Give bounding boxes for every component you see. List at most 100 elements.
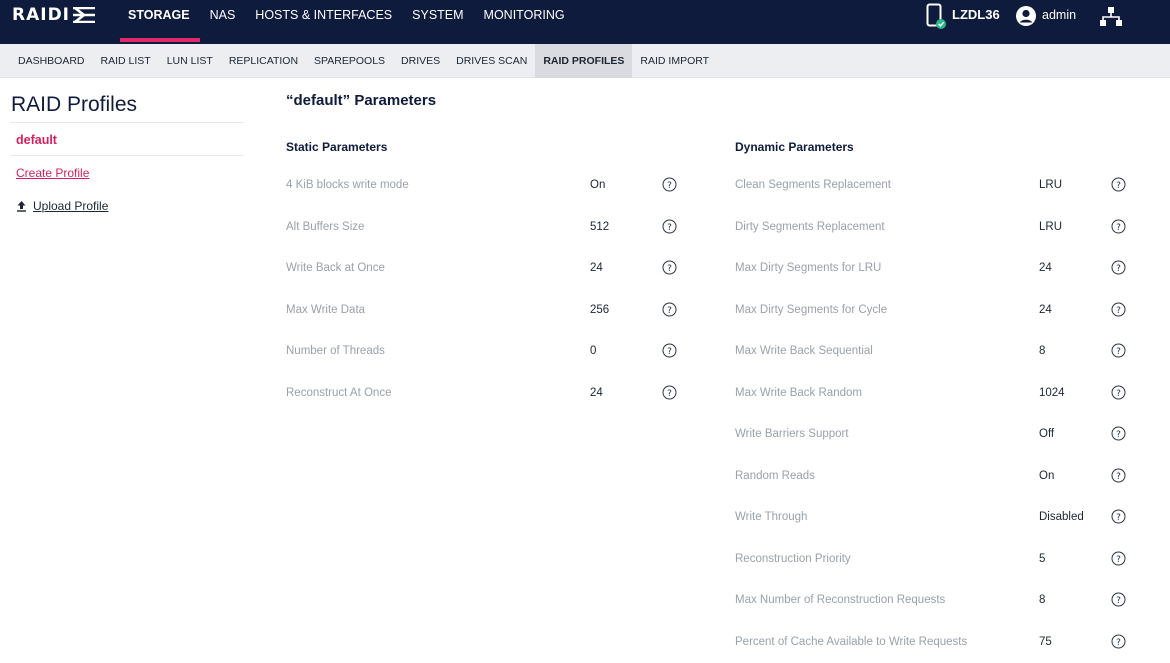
parameter-row: Reconstruction Priority 5? — [735, 550, 1131, 570]
help-icon[interactable]: ? — [1111, 426, 1126, 441]
svg-text:?: ? — [667, 389, 672, 399]
topnav-monitoring[interactable]: MONITORING — [474, 0, 575, 44]
help-icon[interactable]: ? — [1111, 177, 1126, 192]
parameter-label: Dirty Segments Replacement — [735, 220, 885, 233]
parameter-row: Write Barriers Support Off? — [735, 425, 1131, 445]
device-name[interactable]: LZDL36 — [952, 7, 1000, 22]
parameter-row: Write Back at Once 24? — [286, 259, 682, 279]
parameter-row: Max Write Back Random 1024? — [735, 384, 1131, 404]
help-icon[interactable]: ? — [662, 260, 677, 275]
help-icon[interactable]: ? — [1111, 509, 1126, 524]
help-icon[interactable]: ? — [1111, 260, 1126, 275]
parameter-row: Max Dirty Segments for LRU 24? — [735, 259, 1131, 279]
subnav-lun-list[interactable]: LUN LIST — [159, 44, 221, 78]
subnav-replication[interactable]: REPLICATION — [221, 44, 306, 78]
parameter-row: Max Write Back Sequential 8? — [735, 342, 1131, 362]
help-icon[interactable]: ? — [1111, 551, 1126, 566]
help-icon[interactable]: ? — [662, 219, 677, 234]
svg-text:?: ? — [1116, 555, 1121, 565]
svg-text:?: ? — [1116, 596, 1121, 606]
parameter-row: Alt Buffers Size 512? — [286, 218, 682, 238]
parameter-label: Random Reads — [735, 469, 815, 482]
parameter-label: Alt Buffers Size — [286, 220, 365, 233]
parameter-value: 8 — [1039, 345, 1046, 357]
subnav-drives-scan[interactable]: DRIVES SCAN — [448, 44, 535, 78]
subnav-raid-profiles[interactable]: RAID PROFILES — [535, 44, 633, 78]
parameter-value: 5 — [1039, 552, 1046, 565]
help-icon[interactable]: ? — [1111, 343, 1126, 358]
subnav-dashboard[interactable]: DASHBOARD — [10, 44, 93, 78]
svg-text:?: ? — [1116, 430, 1121, 440]
svg-text:?: ? — [1116, 472, 1121, 482]
parameter-row: Percent of Cache Available to Write Requ… — [735, 633, 1131, 653]
page-title: “default” Parameters — [286, 92, 437, 109]
subnav-drives[interactable]: DRIVES — [393, 44, 448, 78]
parameter-label: Max Dirty Segments for Cycle — [735, 303, 888, 316]
help-icon[interactable]: ? — [662, 302, 677, 317]
network-icon[interactable] — [1099, 6, 1123, 28]
parameter-label: Number of Threads — [286, 345, 385, 357]
svg-text:?: ? — [1116, 389, 1121, 399]
help-icon[interactable]: ? — [662, 385, 677, 400]
parameter-label: Percent of Cache Available to Write Requ… — [735, 635, 968, 648]
parameter-label: Max Write Data — [286, 303, 366, 316]
parameter-value: 8 — [1039, 594, 1046, 606]
parameter-label: Reconstruct At Once — [286, 386, 392, 399]
user-name[interactable]: admin — [1042, 8, 1076, 22]
help-icon[interactable]: ? — [1111, 385, 1126, 400]
help-icon[interactable]: ? — [1111, 634, 1126, 649]
create-profile-link[interactable]: Create Profile — [16, 166, 89, 180]
subnav-raid-import[interactable]: RAID IMPORT — [632, 44, 717, 78]
parameter-value: 512 — [590, 220, 610, 233]
topnav-storage[interactable]: STORAGE — [118, 0, 200, 44]
divider — [10, 155, 244, 156]
help-icon[interactable]: ? — [1111, 219, 1126, 234]
svg-text:?: ? — [1116, 513, 1121, 523]
parameter-value: 24 — [1039, 303, 1052, 316]
upload-profile-label: Upload Profile — [33, 199, 109, 213]
parameter-label: Max Dirty Segments for LRU — [735, 262, 882, 274]
svg-text:?: ? — [1116, 264, 1121, 274]
parameter-label: Reconstruction Priority — [735, 552, 851, 565]
svg-text:?: ? — [1116, 181, 1121, 191]
parameter-value: LRU — [1039, 179, 1063, 191]
parameter-value: LRU — [1039, 220, 1063, 233]
user-avatar-icon[interactable] — [1015, 5, 1037, 27]
topnav-hosts-interfaces[interactable]: HOSTS & INTERFACES — [245, 0, 402, 44]
parameter-label: 4 KiB blocks write mode — [286, 179, 409, 191]
parameter-value: Disabled — [1039, 511, 1084, 523]
topnav-nas[interactable]: NAS — [200, 0, 246, 44]
parameter-label: Max Number of Reconstruction Requests — [735, 594, 946, 606]
help-icon[interactable]: ? — [1111, 592, 1126, 607]
parameter-row: 4 KiB blocks write mode On? — [286, 176, 682, 196]
upload-profile-link[interactable]: Upload Profile — [16, 199, 108, 213]
raidix-logo[interactable]: RAIDI — [12, 6, 96, 24]
help-icon[interactable]: ? — [662, 343, 677, 358]
subnav-raid-list[interactable]: RAID LIST — [93, 44, 159, 78]
profile-item-default[interactable]: default — [16, 133, 57, 147]
help-icon[interactable]: ? — [1111, 468, 1126, 483]
help-icon[interactable]: ? — [1111, 302, 1126, 317]
parameter-row: Max Write Data 256? — [286, 301, 682, 321]
svg-text:?: ? — [1116, 347, 1121, 357]
svg-text:?: ? — [667, 223, 672, 233]
parameter-value: 256 — [590, 303, 610, 316]
logo-text: RAIDI — [12, 5, 71, 25]
parameter-row: Max Number of Reconstruction Requests 8? — [735, 591, 1131, 611]
parameter-label: Write Back at Once — [286, 262, 385, 274]
sidebar-title: RAID Profiles — [11, 93, 138, 116]
svg-text:?: ? — [1116, 223, 1121, 233]
main-menu: STORAGE NAS HOSTS & INTERFACES SYSTEM MONITO… — [118, 0, 575, 44]
parameter-row: Clean Segments Replacement LRU? — [735, 176, 1131, 196]
parameter-value: 24 — [590, 262, 603, 274]
server-status-icon[interactable] — [926, 3, 946, 29]
svg-text:?: ? — [667, 306, 672, 316]
help-icon[interactable]: ? — [662, 177, 677, 192]
parameter-value: 75 — [1039, 635, 1052, 648]
parameter-row: Random Reads On? — [735, 467, 1131, 487]
parameter-value: Off — [1039, 428, 1055, 440]
parameter-label: Clean Segments Replacement — [735, 179, 891, 191]
subnav-sparepools[interactable]: SPAREPOOLS — [306, 44, 393, 78]
topnav-system[interactable]: SYSTEM — [402, 0, 473, 44]
parameter-label: Write Through — [735, 511, 808, 523]
